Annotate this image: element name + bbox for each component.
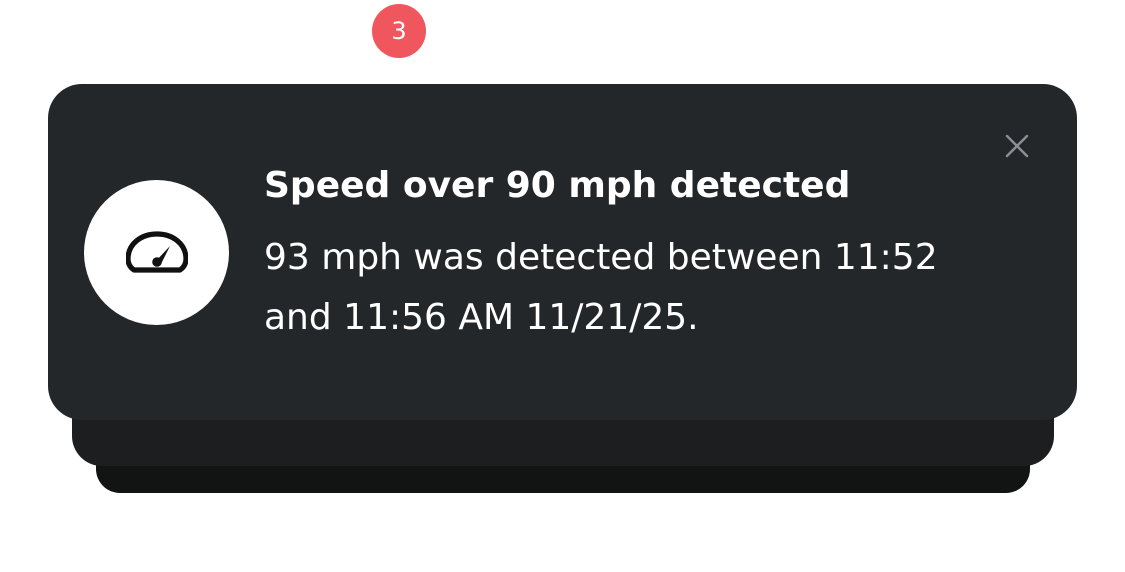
notification-count-badge: 3 [372, 4, 426, 58]
close-icon[interactable] [1003, 132, 1031, 160]
notification-title: Speed over 90 mph detected [264, 165, 851, 206]
notification-icon-circle [84, 180, 229, 325]
notifications-screen: Notifications 3 Speed over 90 mph detect… [0, 0, 1125, 572]
notifications-title: Notifications [60, 9, 355, 55]
notifications-header[interactable]: Notifications [60, 4, 355, 60]
speedometer-icon [125, 230, 188, 273]
notification-message: 93 mph was detected between 11:52 and 11… [264, 237, 938, 338]
chevron-right-icon[interactable] [438, 17, 464, 43]
close-notification-button[interactable] [995, 124, 1039, 168]
